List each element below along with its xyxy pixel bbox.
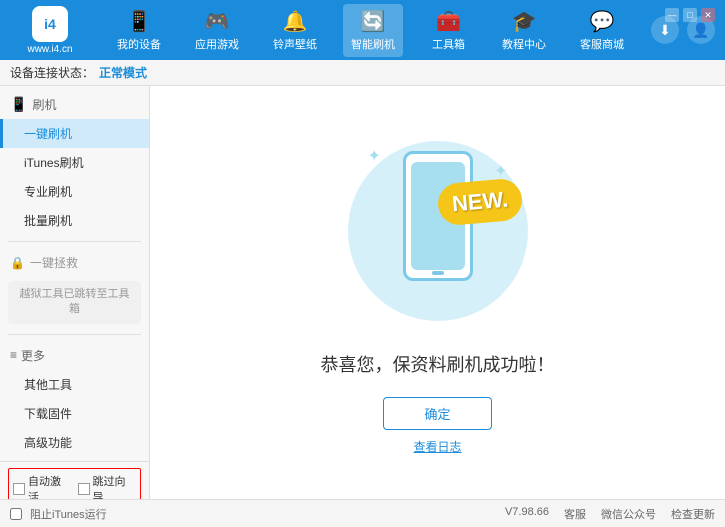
nav-apps-games-label: 应用游戏 bbox=[195, 36, 239, 52]
bottom-left: 阻止iTunes运行 bbox=[10, 506, 107, 522]
nav-toolbox[interactable]: 🧰 工具箱 bbox=[421, 4, 476, 57]
smart-flash-icon: 🔄 bbox=[361, 9, 386, 34]
user-icon: 👤 bbox=[692, 22, 709, 39]
more-header: ≡ 更多 bbox=[0, 341, 149, 370]
pro-flash-label: 专业刷机 bbox=[24, 185, 72, 199]
auto-activate-checkbox[interactable] bbox=[13, 483, 25, 495]
maximize-button[interactable]: □ bbox=[683, 8, 697, 22]
status-bar: 设备连接状态： 正常模式 bbox=[0, 60, 725, 86]
advanced-label: 高级功能 bbox=[24, 436, 72, 450]
logo-area: i4 www.i4.cn bbox=[10, 6, 90, 55]
skip-wizard-checkbox[interactable] bbox=[78, 483, 90, 495]
top-navigation: i4 www.i4.cn 📱 我的设备 🎮 应用游戏 🔔 铃声壁纸 🔄 智能刷机 bbox=[0, 0, 725, 60]
bottom-bar: 阻止iTunes运行 V7.98.66 客服 微信公众号 检查更新 bbox=[0, 499, 725, 527]
sidebar-divider-1 bbox=[8, 241, 141, 242]
more-label: 更多 bbox=[21, 347, 45, 364]
content-area: ✦ ✦ NEW. 恭喜您，保资料刷机成功啦！ 确定 查看日志 bbox=[150, 86, 725, 499]
itunes-label: 阻止iTunes运行 bbox=[30, 506, 107, 522]
sparkle-left: ✦ bbox=[368, 146, 381, 166]
bottom-right: V7.98.66 客服 微信公众号 检查更新 bbox=[505, 506, 715, 522]
status-mode: 正常模式 bbox=[99, 64, 147, 81]
disabled-notice: 越狱工具已跳转至工具箱 bbox=[8, 281, 141, 324]
batch-flash-label: 批量刷机 bbox=[24, 214, 72, 228]
service-icon: 💬 bbox=[590, 9, 615, 34]
sidebar-advanced[interactable]: 高级功能 bbox=[0, 428, 149, 457]
check-update-link[interactable]: 检查更新 bbox=[671, 506, 715, 522]
rescue-header: 🔒 一键拯救 bbox=[0, 248, 149, 277]
other-tools-label: 其他工具 bbox=[24, 378, 72, 392]
flash-header[interactable]: 📱 刷机 bbox=[0, 90, 149, 119]
one-key-flash-label: 一键刷机 bbox=[24, 127, 72, 141]
sidebar: 📱 刷机 一键刷机 iTunes刷机 专业刷机 批量刷机 bbox=[0, 86, 150, 499]
flash-header-label: 刷机 bbox=[32, 96, 56, 113]
phone-home-btn bbox=[432, 271, 444, 275]
toolbox-icon: 🧰 bbox=[436, 9, 461, 34]
sidebar-download-firmware[interactable]: 下载固件 bbox=[0, 399, 149, 428]
success-message: 恭喜您，保资料刷机成功啦！ bbox=[321, 351, 555, 377]
wechat-link[interactable]: 微信公众号 bbox=[601, 506, 656, 522]
itunes-checkbox[interactable] bbox=[10, 508, 22, 520]
auto-activate-option[interactable]: 自动激活 bbox=[13, 473, 72, 499]
more-section: ≡ 更多 其他工具 下载固件 高级功能 bbox=[0, 337, 149, 461]
device-section: 自动激活 跳过向导 📱 iPhone 15 Pro Max 512GB iPho… bbox=[0, 461, 149, 499]
ringtones-icon: 🔔 bbox=[283, 9, 308, 34]
main-layout: 📱 刷机 一键刷机 iTunes刷机 专业刷机 批量刷机 bbox=[0, 86, 725, 499]
minimize-button[interactable]: — bbox=[665, 8, 679, 22]
my-device-icon: 📱 bbox=[127, 9, 152, 34]
skip-wizard-option[interactable]: 跳过向导 bbox=[78, 473, 137, 499]
sidebar-batch-flash[interactable]: 批量刷机 bbox=[0, 206, 149, 235]
rescue-section: 🔒 一键拯救 越狱工具已跳转至工具箱 bbox=[0, 244, 149, 332]
customer-service-link[interactable]: 客服 bbox=[564, 506, 586, 522]
logo-text: i4 bbox=[44, 16, 56, 32]
close-button[interactable]: ✕ bbox=[701, 8, 715, 22]
version-text: V7.98.66 bbox=[505, 506, 549, 522]
itunes-flash-label: iTunes刷机 bbox=[24, 156, 84, 170]
flash-section: 📱 刷机 一键刷机 iTunes刷机 专业刷机 批量刷机 bbox=[0, 86, 149, 239]
nav-tutorials[interactable]: 🎓 教程中心 bbox=[494, 4, 554, 57]
status-label: 设备连接状态： bbox=[10, 64, 94, 81]
view-log-link[interactable]: 查看日志 bbox=[413, 438, 461, 455]
sidebar-divider-2 bbox=[8, 334, 141, 335]
skip-wizard-label: 跳过向导 bbox=[93, 473, 137, 499]
apps-games-icon: 🎮 bbox=[205, 9, 230, 34]
sparkle-right: ✦ bbox=[494, 161, 507, 181]
nav-service[interactable]: 💬 客服商城 bbox=[572, 4, 632, 57]
nav-smart-flash-label: 智能刷机 bbox=[351, 36, 395, 52]
nav-ringtones-label: 铃声壁纸 bbox=[273, 36, 317, 52]
logo-icon: i4 bbox=[32, 6, 68, 42]
auto-options-container: 自动激活 跳过向导 bbox=[8, 468, 141, 499]
sidebar-pro-flash[interactable]: 专业刷机 bbox=[0, 177, 149, 206]
more-icon: ≡ bbox=[10, 348, 17, 362]
nav-tutorials-label: 教程中心 bbox=[502, 36, 546, 52]
rescue-label: 一键拯救 bbox=[30, 254, 78, 271]
new-badge-text: NEW. bbox=[451, 186, 509, 216]
nav-apps-games[interactable]: 🎮 应用游戏 bbox=[187, 4, 247, 57]
window-controls: — □ ✕ bbox=[665, 8, 715, 22]
nav-my-device[interactable]: 📱 我的设备 bbox=[109, 4, 169, 57]
download-icon: ⬇ bbox=[659, 22, 671, 39]
sidebar-other-tools[interactable]: 其他工具 bbox=[0, 370, 149, 399]
tutorials-icon: 🎓 bbox=[512, 9, 537, 34]
nav-my-device-label: 我的设备 bbox=[117, 36, 161, 52]
nav-service-label: 客服商城 bbox=[580, 36, 624, 52]
sidebar-one-key-flash[interactable]: 一键刷机 bbox=[0, 119, 149, 148]
rescue-icon: 🔒 bbox=[10, 256, 25, 270]
nav-smart-flash[interactable]: 🔄 智能刷机 bbox=[343, 4, 403, 57]
auto-activate-label: 自动激活 bbox=[28, 473, 72, 499]
nav-toolbox-label: 工具箱 bbox=[432, 36, 465, 52]
confirm-button[interactable]: 确定 bbox=[383, 397, 491, 430]
sidebar-itunes-flash[interactable]: iTunes刷机 bbox=[0, 148, 149, 177]
flash-header-icon: 📱 bbox=[10, 96, 27, 113]
phone-illustration: ✦ ✦ NEW. bbox=[338, 131, 538, 331]
logo-subtext: www.i4.cn bbox=[27, 44, 72, 55]
nav-ringtones[interactable]: 🔔 铃声壁纸 bbox=[265, 4, 325, 57]
download-firmware-label: 下载固件 bbox=[24, 407, 72, 421]
nav-items: 📱 我的设备 🎮 应用游戏 🔔 铃声壁纸 🔄 智能刷机 🧰 工具箱 🎓 bbox=[100, 4, 641, 57]
